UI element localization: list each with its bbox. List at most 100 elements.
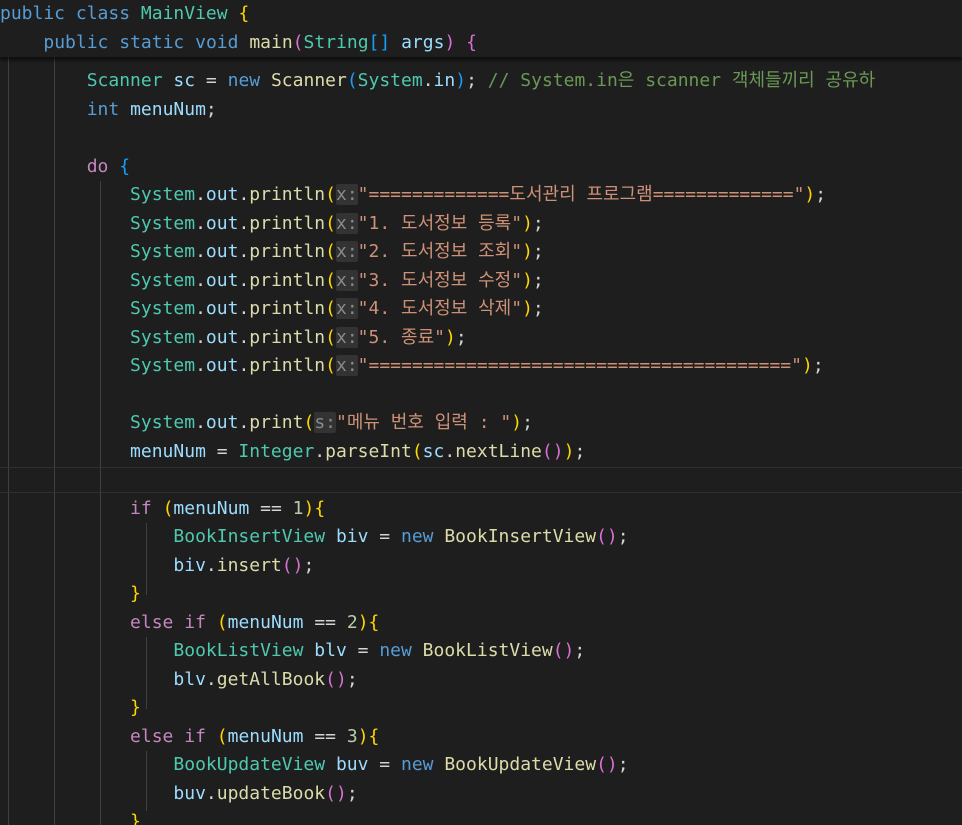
code-token: BookInsertView xyxy=(444,526,597,547)
code-token: println xyxy=(249,241,326,262)
code-token: ; xyxy=(303,554,315,576)
code-line[interactable]: else if (menuNum == 3){ xyxy=(0,723,962,751)
code-token: out xyxy=(205,355,239,376)
code-line[interactable]: System.out.println(x:"3. 도서정보 수정"); xyxy=(0,267,962,295)
code-line[interactable] xyxy=(0,381,962,409)
code-token: Integer xyxy=(238,440,315,462)
code-token: 1 xyxy=(292,497,304,519)
code-line[interactable]: int menuNum; xyxy=(0,96,962,124)
code-token: new xyxy=(400,526,434,547)
code-token: = xyxy=(368,526,401,547)
sticky-scroll-header[interactable]: public class MainView { public static vo… xyxy=(0,0,962,57)
sticky-line[interactable]: public class MainView { xyxy=(0,0,962,28)
code-token: . xyxy=(238,298,250,319)
parameter-hint: x: xyxy=(335,298,358,319)
code-token: () xyxy=(325,782,347,804)
code-token: if xyxy=(184,725,206,747)
code-token: BookListView xyxy=(173,640,304,661)
code-line[interactable]: Scanner sc = new Scanner(System.in); // … xyxy=(0,67,962,95)
code-editor[interactable]: Scanner sc = new Scanner ( System. in); // … xyxy=(0,0,962,825)
code-token: out xyxy=(205,184,239,205)
code-line[interactable]: System.out.println(x:"=============도서관리 … xyxy=(0,181,962,209)
code-token: void xyxy=(195,31,239,53)
code-token: ( xyxy=(162,497,174,519)
code-line[interactable]: System.out.println(x:"1. 도서정보 등록"); xyxy=(0,210,962,238)
code-line[interactable]: System.out.println(x:"4. 도서정보 삭제"); xyxy=(0,295,962,323)
code-line[interactable]: System.out.print(s:"메뉴 번호 입력 : "); xyxy=(0,409,962,437)
code-token: { xyxy=(368,611,380,633)
code-token: System xyxy=(130,298,196,319)
code-token: == xyxy=(303,611,347,633)
code-line[interactable]: buv.updateBook(); xyxy=(0,780,962,808)
code-line[interactable]: } xyxy=(0,580,962,608)
code-token: . xyxy=(238,241,250,262)
code-line[interactable]: } xyxy=(0,694,962,722)
code-line[interactable]: System.out.println(x:"2. 도서정보 조회"); xyxy=(0,238,962,266)
code-line[interactable]: System.out.println(x:"5. 종료"); xyxy=(0,324,962,352)
code-token: ) xyxy=(522,269,533,291)
code-token: . xyxy=(195,412,206,433)
code-token: print xyxy=(249,412,304,433)
parameter-hint: x: xyxy=(335,212,358,234)
code-token: ( xyxy=(325,212,336,234)
code-token: [] xyxy=(368,31,391,53)
code-token: . xyxy=(238,212,250,234)
code-token: . xyxy=(195,212,206,234)
code-token: "2. 도서정보 조회" xyxy=(357,241,523,262)
code-token: Scanner xyxy=(86,70,163,91)
code-token: public xyxy=(43,31,109,53)
code-token: "3. 도서정보 수정" xyxy=(357,269,523,291)
code-token: . xyxy=(195,298,206,319)
code-token: ) xyxy=(804,184,816,205)
code-token: == xyxy=(303,725,347,747)
code-token: sc xyxy=(173,70,196,91)
code-token: in xyxy=(433,70,456,91)
code-token: ; xyxy=(574,640,586,661)
code-token: Scanner xyxy=(270,70,347,91)
code-token: blv xyxy=(314,640,347,661)
code-token: main xyxy=(249,31,293,53)
code-line[interactable]: BookUpdateView buv = new BookUpdateView(… xyxy=(0,751,962,779)
code-token: ( xyxy=(303,412,315,433)
code-line[interactable]: blv.getAllBook(); xyxy=(0,666,962,694)
code-token: ) xyxy=(455,70,467,91)
code-token: public xyxy=(0,3,66,24)
code-line[interactable] xyxy=(0,124,962,152)
code-line[interactable]: do { xyxy=(0,153,962,181)
code-line[interactable]: BookInsertView biv = new BookInsertView(… xyxy=(0,523,962,551)
code-line[interactable]: biv.insert(); xyxy=(0,552,962,580)
code-token: ; xyxy=(205,98,217,120)
code-line[interactable] xyxy=(0,466,962,494)
code-token: () xyxy=(596,526,618,547)
code-line[interactable]: } xyxy=(0,808,962,825)
code-line[interactable]: if (menuNum == 1){ xyxy=(0,495,962,523)
code-token: { xyxy=(119,155,131,177)
sticky-line[interactable]: public static void main(String[] args) { xyxy=(0,29,962,57)
code-line[interactable]: BookListView blv = new BookListView(); xyxy=(0,637,962,665)
code-token: ) xyxy=(522,212,533,234)
code-token: println xyxy=(249,326,326,348)
code-token: ( xyxy=(325,269,336,291)
code-token: // System.in은 scanner 객체들끼리 공유하 xyxy=(487,70,876,91)
code-line[interactable]: else if (menuNum == 2){ xyxy=(0,609,962,637)
code-line[interactable]: System.out.println(x:"==================… xyxy=(0,352,962,380)
code-token: = xyxy=(195,70,228,91)
code-token: System xyxy=(130,184,196,205)
code-token: () xyxy=(541,440,564,462)
code-line[interactable]: menuNum = Integer.parseInt(sc.nextLine()… xyxy=(0,438,962,466)
code-token: ; xyxy=(532,212,544,234)
code-token: . xyxy=(444,440,456,462)
code-token: = xyxy=(346,640,380,661)
